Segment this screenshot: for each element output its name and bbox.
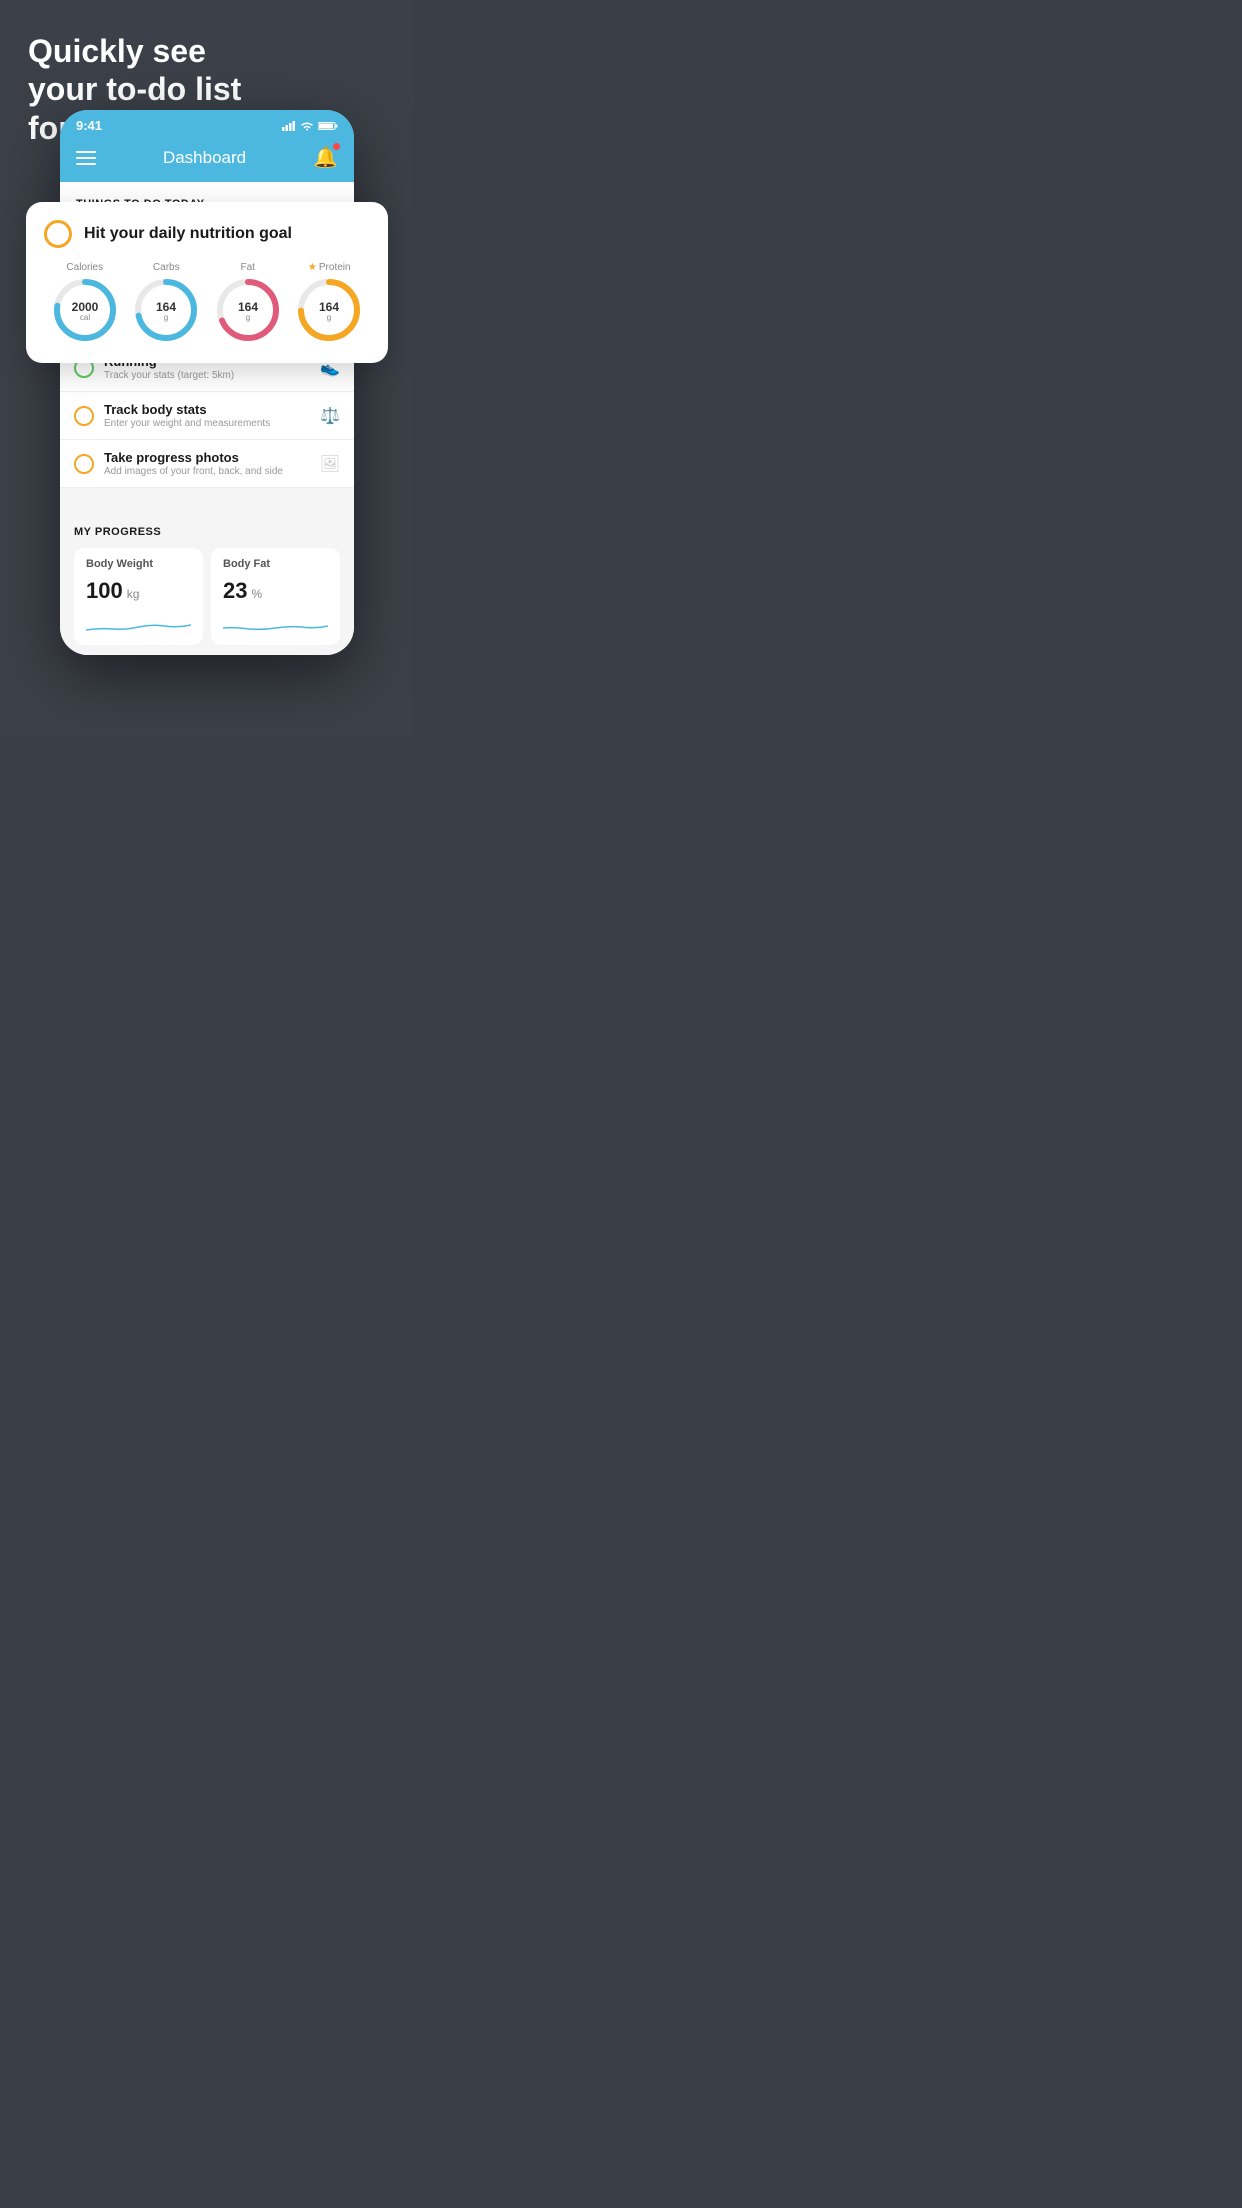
svg-text:g: g (164, 313, 168, 322)
calories-label: Calories (66, 262, 103, 273)
carbs-label: Carbs (153, 262, 180, 273)
todo-main-photos: Take progress photos (104, 450, 310, 465)
status-time: 9:41 (76, 118, 102, 133)
status-bar: 9:41 (60, 110, 354, 137)
todo-text-body-stats: Track body stats Enter your weight and m… (104, 402, 310, 429)
notification-dot (333, 143, 340, 150)
nutrition-fat: Fat 164 g (215, 262, 281, 343)
body-fat-title: Body Fat (223, 558, 328, 570)
body-fat-value-row: 23 % (223, 578, 328, 604)
body-weight-title: Body Weight (86, 558, 191, 570)
bell-button[interactable]: 🔔 (313, 145, 338, 170)
nutrition-circles: Calories 2000 cal Carbs 164 g (44, 262, 370, 343)
status-icons (282, 121, 338, 131)
todo-circle-body-stats (74, 406, 94, 426)
svg-text:164: 164 (156, 300, 176, 314)
nav-bar: Dashboard 🔔 (60, 137, 354, 182)
nutrition-calories: Calories 2000 cal (52, 262, 118, 343)
body-weight-unit: kg (127, 587, 140, 601)
svg-text:g: g (327, 313, 331, 322)
todo-item-photos[interactable]: Take progress photos Add images of your … (60, 440, 354, 488)
nutrition-protein: ★ Protein 164 g (296, 262, 362, 343)
signal-icon (282, 121, 296, 131)
body-fat-card[interactable]: Body Fat 23 % (211, 548, 340, 645)
todo-sub-running: Track your stats (target: 5km) (104, 370, 310, 381)
scale-icon: ⚖️ (320, 406, 340, 426)
todo-item-body-stats[interactable]: Track body stats Enter your weight and m… (60, 392, 354, 440)
card-check-circle (44, 220, 72, 248)
battery-icon (318, 121, 338, 131)
hamburger-menu[interactable] (76, 151, 96, 165)
nutrition-carbs: Carbs 164 g (133, 262, 199, 343)
svg-text:g: g (246, 313, 250, 322)
todo-text-photos: Take progress photos Add images of your … (104, 450, 310, 477)
progress-section-title: MY PROGRESS (74, 526, 340, 538)
body-weight-value-row: 100 kg (86, 578, 191, 604)
nav-title: Dashboard (163, 148, 246, 168)
body-fat-value: 23 (223, 578, 247, 604)
body-fat-chart (223, 612, 328, 640)
wifi-icon (300, 121, 314, 131)
todo-circle-photos (74, 454, 94, 474)
body-weight-value: 100 (86, 578, 123, 604)
body-weight-card[interactable]: Body Weight 100 kg (74, 548, 203, 645)
nutrition-card: Hit your daily nutrition goal Calories 2… (26, 202, 388, 363)
svg-text:cal: cal (80, 313, 90, 322)
body-weight-chart (86, 612, 191, 640)
protein-label: ★ Protein (308, 262, 351, 273)
star-icon: ★ (308, 262, 317, 273)
card-header: Hit your daily nutrition goal (44, 220, 370, 248)
body-fat-unit: % (251, 587, 262, 601)
fat-ring: 164 g (215, 277, 281, 343)
svg-text:164: 164 (238, 300, 258, 314)
carbs-ring: 164 g (133, 277, 199, 343)
todo-list: Running Track your stats (target: 5km) 👟… (60, 344, 354, 488)
todo-sub-body-stats: Enter your weight and measurements (104, 418, 310, 429)
card-title: Hit your daily nutrition goal (84, 225, 292, 243)
page-wrapper: Quickly see your to-do list for the day.… (0, 0, 414, 736)
protein-ring: 164 g (296, 277, 362, 343)
phone-mockup: 9:41 (60, 110, 354, 655)
progress-section: MY PROGRESS Body Weight 100 kg Body Fat (60, 512, 354, 655)
todo-sub-photos: Add images of your front, back, and side (104, 466, 310, 477)
todo-main-body-stats: Track body stats (104, 402, 310, 417)
headline-line2: your to-do list (28, 70, 241, 108)
progress-cards: Body Weight 100 kg Body Fat 23 (74, 548, 340, 645)
fat-label: Fat (241, 262, 255, 273)
svg-text:2000: 2000 (71, 300, 98, 314)
headline-line1: Quickly see (28, 32, 241, 70)
calories-ring: 2000 cal (52, 277, 118, 343)
svg-text:164: 164 (319, 300, 339, 314)
photo-icon: 🖼 (320, 454, 340, 474)
mid-spacer (60, 488, 354, 512)
